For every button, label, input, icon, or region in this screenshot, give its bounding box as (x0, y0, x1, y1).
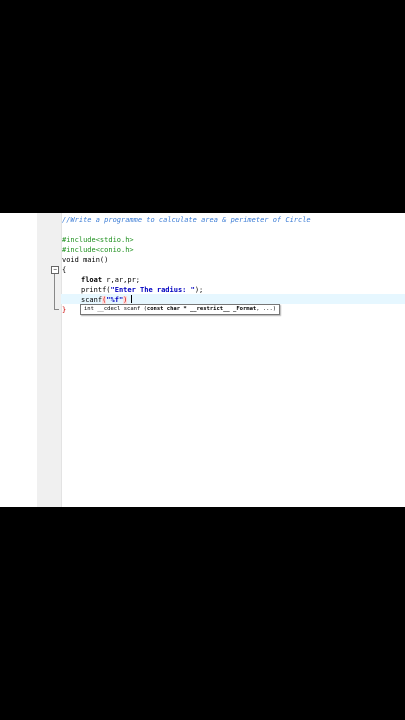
fold-guide-line (54, 274, 55, 310)
printf-string: "Enter The radius: " (110, 286, 195, 294)
code-line-include-conio[interactable]: #include<conio.h> (62, 245, 134, 255)
code-line-main[interactable]: void main() (62, 255, 108, 265)
line-number-gutter: 1 2 3 4 5 6 7 8 9 10 (0, 213, 50, 507)
code-line-comment[interactable]: //Write a programme to calculate area & … (62, 215, 311, 225)
scanf-call: scanf (81, 296, 103, 304)
keyword-float: float (81, 276, 103, 284)
fold-margin (37, 213, 62, 507)
code-line-float-decl[interactable]: float r,ar,pr; (81, 275, 140, 285)
code-line-open-brace[interactable]: { (62, 265, 66, 275)
fold-collapse-icon[interactable]: − (51, 266, 59, 274)
text-caret (131, 295, 132, 303)
code-line-close-brace[interactable]: } (62, 305, 66, 315)
code-line-printf[interactable]: printf("Enter The radius: "); (81, 285, 203, 295)
code-line-include-stdio[interactable]: #include<stdio.h> (62, 235, 134, 245)
tooltip-prefix: int __cdecl scanf ( (84, 306, 147, 312)
code-editor[interactable]: 1 2 3 4 5 6 7 8 9 10 − //Write a program… (0, 213, 405, 507)
printf-call: printf( (81, 286, 111, 294)
tooltip-current-arg: const char * __restrict__ _Format (146, 306, 257, 312)
scanf-close-paren: ) (123, 296, 128, 304)
scanf-string: "%f" (106, 296, 124, 304)
signature-tooltip: int __cdecl scanf (const char * __restri… (80, 304, 281, 315)
float-vars: r,ar,pr; (102, 276, 141, 284)
tooltip-suffix: , ...) (256, 306, 277, 312)
printf-end: ); (194, 286, 204, 294)
fold-guide-end (54, 309, 59, 310)
